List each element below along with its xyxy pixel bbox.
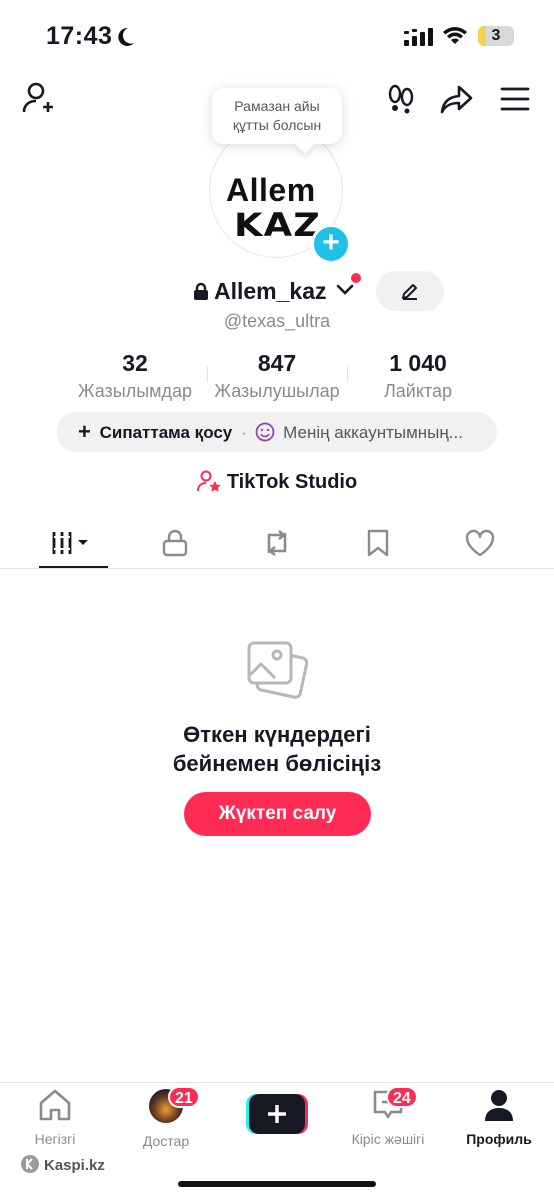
account-description-button[interactable]: Менің аккаунтымның... (283, 423, 463, 442)
profile-icon (485, 1090, 513, 1121)
nav-profile-label: Профиль (466, 1131, 532, 1147)
tab-liked[interactable] (440, 520, 520, 566)
add-friend-icon[interactable] (22, 82, 58, 114)
wifi-icon (443, 27, 467, 44)
empty-title-line-1: Өткен күндердегі (183, 722, 371, 747)
following-count: 32 (122, 350, 148, 376)
following-label: Жазылымдар (77, 381, 193, 401)
plus-icon: + (78, 419, 91, 444)
ramadan-tooltip[interactable]: Рамазан айы құтты болсын (212, 88, 342, 144)
tab-favorites[interactable] (338, 520, 418, 566)
notification-dot (351, 273, 361, 283)
nav-friends-label: Достар (142, 1133, 190, 1149)
nav-home[interactable]: Негізгі (0, 1088, 110, 1147)
upload-button[interactable]: Жүктеп салу (184, 792, 371, 836)
tab-private[interactable] (135, 520, 215, 566)
smiley-icon (256, 422, 275, 442)
empty-state-title: Өткен күндердегі бейнемен бөлісіңіз (0, 720, 554, 778)
footprints-icon[interactable] (386, 84, 416, 114)
repost-icon (267, 529, 287, 557)
chevron-down-icon[interactable] (336, 284, 354, 296)
bio-separator: · (241, 423, 247, 442)
pencil-icon (402, 284, 417, 300)
username[interactable]: Allem_kaz (214, 278, 327, 305)
status-time: 17:43 (46, 22, 112, 51)
bottom-nav-divider (0, 1082, 554, 1083)
followers-count: 847 (257, 350, 297, 376)
empty-title-line-2: бейнемен бөлісіңіз (172, 751, 382, 776)
following-stat[interactable]: 32 Жазылымдар (65, 350, 205, 402)
photos-placeholder-icon (247, 641, 308, 699)
user-handle: @texas_ultra (223, 311, 331, 331)
tabs-divider (0, 568, 554, 569)
inbox-badge: 24 (386, 1086, 418, 1108)
home-icon (39, 1089, 71, 1121)
tiktok-studio-link[interactable]: TikTok Studio (0, 470, 554, 494)
followers-label: Жазылушылар (214, 381, 340, 401)
tab-reposts[interactable] (237, 520, 317, 566)
studio-icon (196, 470, 221, 492)
kaspi-watermark: Kaspi.kz (20, 1154, 105, 1174)
likes-label: Лайктар (383, 381, 453, 401)
edit-profile-button[interactable] (376, 271, 444, 311)
kaspi-logo-icon (21, 1155, 39, 1173)
tooltip-line-2: құтты болсын (232, 117, 322, 133)
watermark-text: Kaspi.kz (44, 1157, 105, 1174)
home-indicator (178, 1181, 376, 1187)
friends-badge: 21 (168, 1086, 200, 1108)
tab-videos[interactable] (34, 520, 114, 566)
likes-count: 1 040 (389, 350, 447, 376)
lock-tab-icon (162, 529, 188, 557)
heart-icon (465, 529, 495, 557)
nav-home-label: Негізгі (34, 1131, 76, 1147)
nav-inbox-label: Кіріс жәшігі (351, 1131, 425, 1147)
share-icon[interactable] (440, 84, 474, 114)
tooltip-line-1: Рамазан айы (234, 98, 320, 114)
likes-stat[interactable]: 1 040 Лайктар (348, 350, 488, 402)
battery-indicator: 3 (478, 26, 514, 46)
moon-icon (118, 27, 134, 46)
avatar-text-kaz: KAZ (234, 206, 322, 244)
create-video-button[interactable] (246, 1094, 308, 1134)
add-bio-button[interactable]: Сипаттама қосу (100, 423, 233, 442)
battery-level: 3 (491, 27, 501, 44)
bio-row[interactable]: + Сипаттама қосу · Менің аккаунтымның... (57, 412, 497, 452)
avatar-text-allem: Allem (226, 172, 316, 208)
videos-grid-icon (52, 532, 88, 554)
time-text: 17:43 (46, 22, 113, 50)
cellular-signal-icon (404, 28, 433, 46)
nav-friends[interactable]: Достар (111, 1088, 221, 1149)
followers-stat[interactable]: 847 Жазылушылар (207, 350, 347, 402)
studio-label: TikTok Studio (226, 471, 358, 493)
nav-profile[interactable]: Профиль (444, 1088, 554, 1147)
menu-icon[interactable] (500, 86, 530, 112)
bookmark-icon (367, 529, 389, 557)
lock-icon (194, 282, 208, 300)
add-story-button[interactable]: + (311, 224, 351, 264)
